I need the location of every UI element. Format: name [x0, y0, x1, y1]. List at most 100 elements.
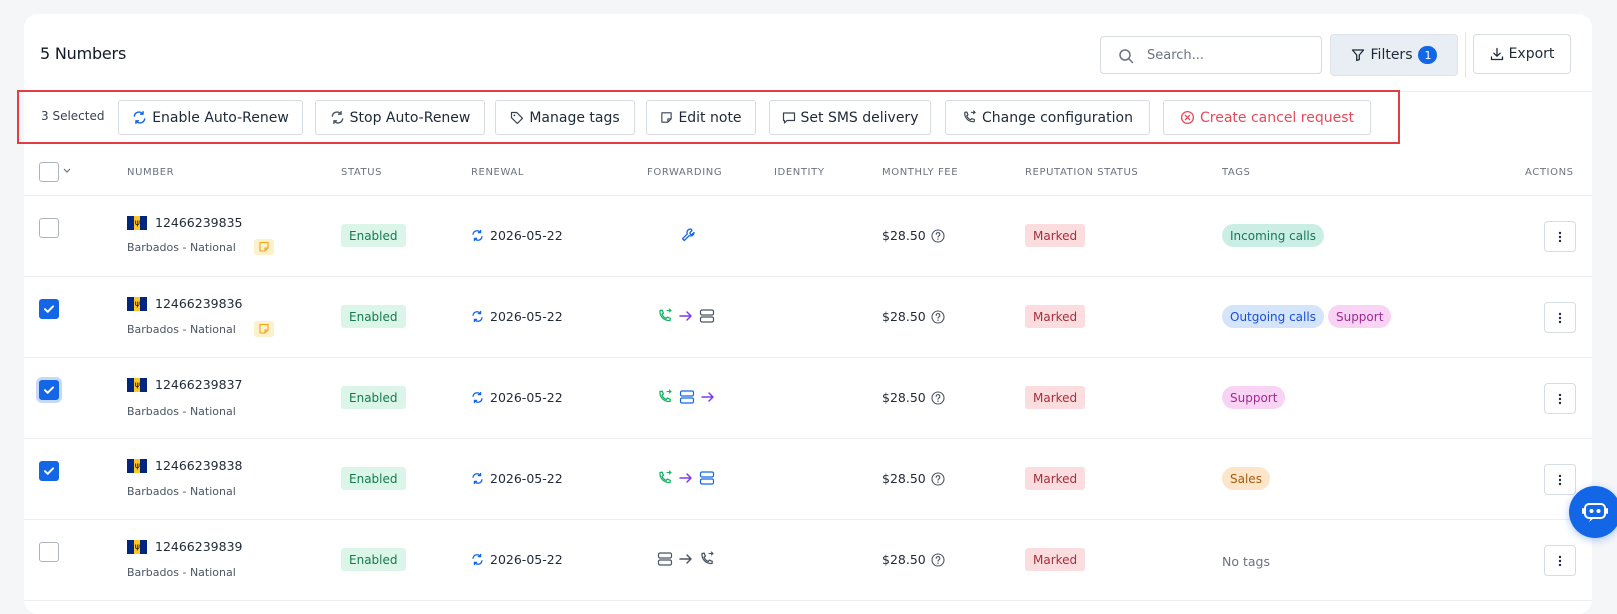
search-box[interactable]	[1100, 36, 1322, 74]
header-divider	[1465, 32, 1466, 78]
table-row[interactable]: ψ 12466239839 Barbados - National Enable…	[24, 520, 1592, 601]
note-icon[interactable]	[254, 239, 274, 255]
tag-icon	[511, 111, 524, 124]
arrow-right-icon	[679, 473, 692, 483]
column-actions: ACTIONS	[1525, 167, 1574, 178]
phone-number[interactable]: 12466239835	[155, 215, 242, 230]
country-type: Barbados - National	[127, 485, 236, 498]
reputation-badge: Marked	[1025, 224, 1086, 247]
arrow-right-icon	[679, 311, 692, 321]
funnel-icon	[1351, 49, 1364, 62]
forwarding-config[interactable]	[657, 308, 715, 324]
manage-tags-button[interactable]: Manage tags	[495, 100, 635, 135]
renewal-date: 2026-05-22	[471, 228, 563, 243]
export-button[interactable]: Export	[1473, 34, 1571, 74]
monthly-fee-text: $28.50	[882, 228, 926, 243]
no-tags-text: No tags	[1222, 554, 1270, 569]
row-actions-button[interactable]	[1544, 383, 1576, 414]
country-type: Barbados - National	[127, 323, 236, 336]
status-badge: Enabled	[341, 467, 406, 490]
row-checkbox[interactable]	[39, 299, 59, 319]
reputation-badge: Marked	[1025, 386, 1086, 409]
monthly-fee-text: $28.50	[882, 552, 926, 567]
renewal-date: 2026-05-22	[471, 390, 563, 405]
help-circle-icon[interactable]	[931, 471, 945, 486]
select-all-checkbox[interactable]	[39, 162, 59, 182]
search-input[interactable]	[1147, 45, 1312, 65]
column-status: STATUS	[341, 167, 383, 178]
enable-auto-renew-button[interactable]: Enable Auto-Renew	[118, 100, 303, 135]
monthly-fee: $28.50	[882, 471, 945, 486]
server-icon	[699, 471, 715, 485]
phone-number[interactable]: 12466239836	[155, 296, 242, 311]
row-checkbox[interactable]	[39, 542, 59, 562]
note-icon[interactable]	[254, 321, 274, 337]
row-actions-button[interactable]	[1544, 302, 1576, 333]
phone-number[interactable]: 12466239837	[155, 377, 242, 392]
row-actions-button[interactable]	[1544, 464, 1576, 495]
more-vertical-icon	[1558, 312, 1562, 323]
create-cancel-request-label: Create cancel request	[1200, 109, 1354, 126]
phone-number[interactable]: 12466239839	[155, 539, 242, 554]
row-actions-button[interactable]	[1544, 545, 1576, 576]
page-title: 5 Numbers	[40, 44, 127, 63]
table-row[interactable]: ψ 12466239836 Barbados - National Enable…	[24, 277, 1592, 358]
forwarding-config[interactable]	[657, 389, 715, 405]
tag-support: Support	[1222, 386, 1286, 409]
monthly-fee: $28.50	[882, 390, 945, 405]
more-vertical-icon	[1558, 393, 1562, 404]
search-icon	[1119, 49, 1134, 64]
row-checkbox[interactable]	[39, 218, 59, 238]
status-badge: Enabled	[341, 386, 406, 409]
chatbot-button[interactable]	[1569, 486, 1617, 538]
filters-button[interactable]: Filters 1	[1330, 34, 1458, 76]
change-configuration-button[interactable]: Change configuration	[945, 100, 1150, 135]
renew-icon	[472, 229, 483, 242]
forwarding-config[interactable]	[680, 227, 696, 243]
monthly-fee-text: $28.50	[882, 309, 926, 324]
table-row[interactable]: ψ 12466239838 Barbados - National Enable…	[24, 439, 1592, 520]
manage-tags-label: Manage tags	[529, 109, 620, 126]
renewal-date: 2026-05-22	[471, 471, 563, 486]
message-icon	[782, 111, 795, 124]
help-circle-icon[interactable]	[931, 552, 945, 567]
edit-note-button[interactable]: Edit note	[646, 100, 756, 135]
enable-auto-renew-label: Enable Auto-Renew	[152, 109, 289, 126]
barbados-flag-icon: ψ	[127, 540, 148, 554]
numbers-card: 5 Numbers Filters 1 Export 3 Selected En…	[17, 14, 1592, 614]
monthly-fee: $28.50	[882, 228, 945, 243]
cancel-circle-icon	[1180, 110, 1195, 125]
renewal-date: 2026-05-22	[471, 552, 563, 567]
table-row[interactable]: ψ 12466239837 Barbados - National Enable…	[24, 358, 1592, 439]
row-checkbox[interactable]	[39, 380, 59, 400]
stop-auto-renew-button[interactable]: Stop Auto-Renew	[315, 100, 485, 135]
server-icon	[657, 552, 673, 566]
filters-count-badge: 1	[1418, 46, 1438, 64]
tag-sales: Sales	[1222, 467, 1270, 490]
bulk-action-bar: 3 Selected Enable Auto-Renew Stop Auto-R…	[17, 90, 1400, 144]
help-circle-icon[interactable]	[931, 390, 945, 405]
edit-note-label: Edit note	[678, 109, 742, 126]
help-circle-icon[interactable]	[931, 309, 945, 324]
barbados-flag-icon: ψ	[127, 459, 148, 473]
change-configuration-label: Change configuration	[982, 109, 1133, 126]
monthly-fee-text: $28.50	[882, 471, 926, 486]
tag-outgoing-calls: Outgoing calls	[1222, 305, 1324, 328]
row-actions-button[interactable]	[1544, 221, 1576, 252]
arrow-right-icon	[701, 392, 714, 402]
table-row[interactable]: ψ 12466239835 Barbados - National Enable…	[24, 196, 1592, 277]
chevron-down-icon[interactable]	[63, 168, 71, 174]
phone-forward-icon	[964, 110, 976, 123]
help-circle-icon[interactable]	[931, 228, 945, 243]
forwarding-config[interactable]	[657, 551, 715, 567]
phone-number[interactable]: 12466239838	[155, 458, 242, 473]
card-header: 5 Numbers Filters 1 Export	[24, 14, 1592, 92]
row-checkbox[interactable]	[39, 461, 59, 481]
forwarding-config[interactable]	[657, 470, 715, 486]
status-badge: Enabled	[341, 305, 406, 328]
country-type: Barbados - National	[127, 566, 236, 579]
create-cancel-request-button[interactable]: Create cancel request	[1163, 100, 1371, 135]
set-sms-delivery-button[interactable]: Set SMS delivery	[769, 100, 931, 135]
tag-incoming-calls: Incoming calls	[1222, 224, 1325, 247]
tag-list: Incoming calls	[1222, 224, 1325, 247]
